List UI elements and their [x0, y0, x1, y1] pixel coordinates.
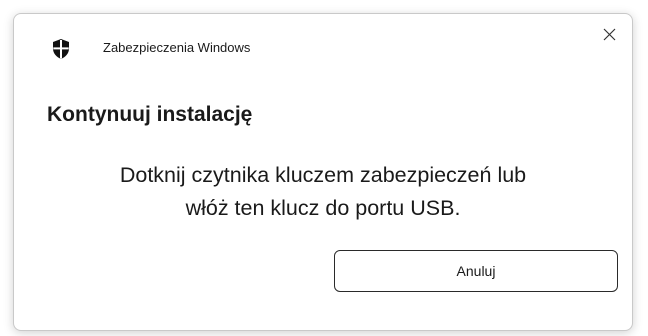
close-button[interactable]	[586, 14, 632, 54]
close-icon	[603, 28, 615, 40]
shield-icon	[52, 39, 70, 59]
dialog-heading: Kontynuuj instalację	[47, 103, 253, 126]
cancel-button[interactable]: Anuluj	[334, 250, 618, 292]
dialog-message: Dotknij czytnika kluczem zabezpieczeń lu…	[34, 159, 612, 225]
app-title: Zabezpieczenia Windows	[103, 40, 251, 55]
title-bar: Zabezpieczenia Windows	[14, 14, 632, 76]
message-line-2: włóż ten klucz do portu USB.	[185, 196, 461, 220]
security-dialog: Zabezpieczenia Windows Kontynuuj instala…	[13, 13, 633, 331]
message-line-1: Dotknij czytnika kluczem zabezpieczeń lu…	[119, 163, 527, 187]
